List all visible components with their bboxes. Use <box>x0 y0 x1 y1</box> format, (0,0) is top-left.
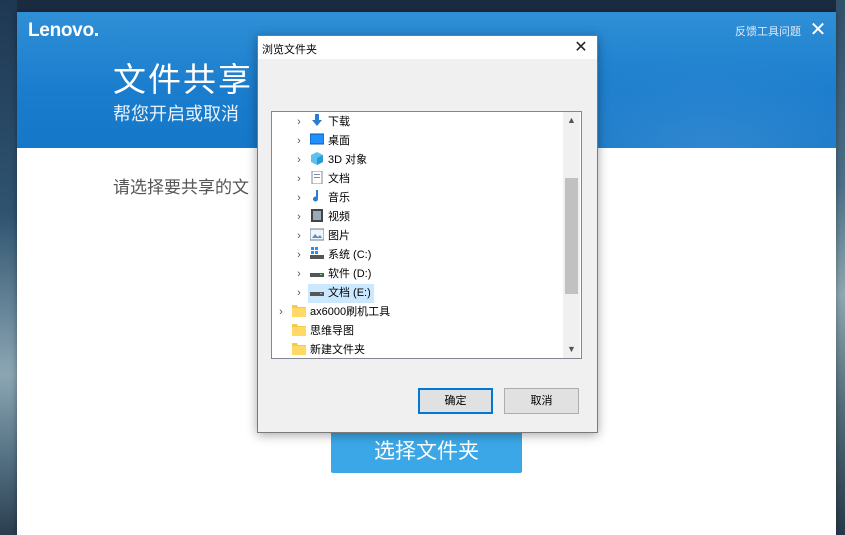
video-icon <box>310 209 324 222</box>
tree-item-label: 新建文件夹 <box>310 344 365 356</box>
tree-item-content: 新建文件夹 <box>290 341 368 358</box>
logo-text: Lenovo <box>28 20 94 41</box>
page-subtitle: 帮您开启或取消 <box>113 104 239 124</box>
tree-item-label: 文档 <box>328 173 350 185</box>
desktop-icon <box>309 133 325 146</box>
tree-item[interactable]: › 系统 (C:) <box>272 246 562 265</box>
tree-item-content: 文档 (E:) <box>308 284 374 303</box>
chevron-right-icon[interactable]: › <box>294 113 304 132</box>
tree-item[interactable]: › 视频 <box>272 208 562 227</box>
chevron-right-icon[interactable]: › <box>294 284 304 303</box>
dialog-close-button[interactable]: ✕ <box>570 37 592 59</box>
tree-item-label: 音乐 <box>328 192 350 204</box>
folder-icon <box>292 323 306 336</box>
documents-icon <box>310 170 324 185</box>
chevron-right-icon[interactable]: › <box>294 132 304 151</box>
tree-item-label: ax6000刷机工具 <box>310 306 391 318</box>
tree-item-content: 视频 <box>308 208 353 227</box>
folder-icon <box>292 342 306 355</box>
tree-item-label: 图片 <box>328 230 350 242</box>
tree-item-label: 系统 (C:) <box>328 249 372 261</box>
tree-item-label: 软件 (D:) <box>328 268 372 280</box>
tree-item-label: 3D 对象 <box>328 154 368 166</box>
scroll-up-icon[interactable]: ▲ <box>563 112 580 129</box>
tree-item-label: 思维导图 <box>310 325 354 337</box>
tree-item[interactable]: 新建文件夹 <box>272 341 562 358</box>
logo-dot <box>94 33 98 36</box>
tree-item[interactable]: › ax6000刷机工具 <box>272 303 562 322</box>
page-title: 文件共享 <box>113 61 253 98</box>
chevron-right-icon[interactable]: › <box>294 151 304 170</box>
tree-item-content: 音乐 <box>308 189 353 208</box>
tree-item-content: ax6000刷机工具 <box>290 303 393 322</box>
tree-item-content: 下载 <box>308 113 353 132</box>
tree-item-content: 图片 <box>308 227 353 246</box>
ok-button[interactable]: 确定 <box>418 388 493 414</box>
browse-folder-dialog: 浏览文件夹 ✕ › 下载 › 桌面 › 3D 对象 › 文档 › 音乐 › 视频 › 图片 › 系统 (C:)… <box>257 35 598 433</box>
3d-objects-icon <box>310 152 324 165</box>
tree-item[interactable]: › 下载 <box>272 113 562 132</box>
chevron-right-icon[interactable]: › <box>294 246 304 265</box>
chevron-right-icon[interactable]: › <box>294 208 304 227</box>
scroll-thumb[interactable] <box>565 178 578 294</box>
download-arrow-icon <box>310 114 324 127</box>
folder-tree[interactable]: › 下载 › 桌面 › 3D 对象 › 文档 › 音乐 › 视频 › 图片 › 系统 (C:) › 软件 (D:)… <box>271 111 582 359</box>
chevron-right-icon[interactable]: › <box>294 170 304 189</box>
select-folder-button[interactable]: 选择文件夹 <box>331 430 522 473</box>
tree-item[interactable]: 思维导图 <box>272 322 562 341</box>
tree-item-content: 文档 <box>308 170 353 189</box>
system-drive-icon <box>310 247 324 260</box>
chevron-right-icon[interactable]: › <box>294 265 304 284</box>
drive-icon <box>310 285 324 298</box>
tree-item[interactable]: › 软件 (D:) <box>272 265 562 284</box>
dialog-titlebar[interactable]: 浏览文件夹 ✕ <box>258 36 597 59</box>
tree-item[interactable]: › 音乐 <box>272 189 562 208</box>
tree-item[interactable]: › 图片 <box>272 227 562 246</box>
chevron-right-icon[interactable]: › <box>276 303 286 322</box>
desktop-wallpaper-left <box>0 0 17 535</box>
chevron-right-icon[interactable]: › <box>294 189 304 208</box>
lenovo-logo: Lenovo <box>28 20 98 42</box>
pictures-icon <box>309 228 325 241</box>
cancel-button[interactable]: 取消 <box>504 388 579 414</box>
tree-scrollbar[interactable]: ▲ ▼ <box>563 112 580 358</box>
tree-item[interactable]: › 文档 (E:) <box>272 284 562 303</box>
tree-item[interactable]: › 文档 <box>272 170 562 189</box>
tree-item[interactable]: › 3D 对象 <box>272 151 562 170</box>
select-prompt: 请选择要共享的文 <box>113 178 249 197</box>
tree-item-content: 软件 (D:) <box>308 265 374 284</box>
scroll-down-icon[interactable]: ▼ <box>563 341 580 358</box>
feedback-link[interactable]: 反馈工具问题 <box>735 23 801 39</box>
folder-icon <box>292 304 306 317</box>
tree-item-label: 桌面 <box>328 135 350 147</box>
tree-item-label: 文档 (E:) <box>328 287 371 299</box>
music-icon <box>310 190 324 203</box>
tree-item-content: 思维导图 <box>290 322 357 341</box>
tree-item-label: 下载 <box>328 116 350 128</box>
chevron-right-icon[interactable]: › <box>294 227 304 246</box>
tree-item[interactable]: › 桌面 <box>272 132 562 151</box>
dialog-title: 浏览文件夹 <box>262 44 317 56</box>
desktop-wallpaper-right <box>836 0 845 535</box>
app-close-button[interactable]: ✕ <box>808 20 828 40</box>
tree-item-label: 视频 <box>328 211 350 223</box>
tree-item-content: 3D 对象 <box>308 151 370 170</box>
tree-item-content: 桌面 <box>308 132 353 151</box>
tree-item-content: 系统 (C:) <box>308 246 374 265</box>
drive-icon <box>310 266 324 279</box>
